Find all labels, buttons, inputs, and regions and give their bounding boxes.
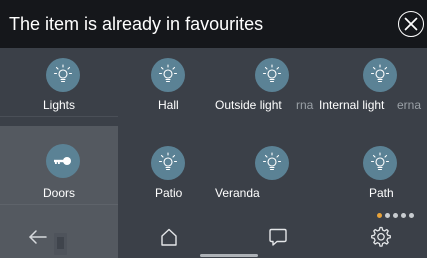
app-screen: The item is already in favourites Lights… [0, 0, 427, 258]
message-icon [269, 228, 287, 246]
settings-button[interactable] [366, 222, 396, 252]
page-dot [401, 213, 406, 218]
page-dot [409, 213, 414, 218]
settings-icon [371, 226, 391, 247]
device-label-overflow: erna [397, 98, 422, 112]
page-dot-active [377, 213, 382, 218]
sidebar-item-label: Doors [42, 186, 75, 200]
notification-message: The item is already in favourites [9, 14, 264, 34]
door-shadow-graphic [50, 230, 80, 258]
device-tile-internal-light[interactable]: Internal light erna [319, 48, 427, 126]
page-indicator [377, 213, 414, 219]
bottom-navigation [0, 222, 427, 258]
bulb-icon [255, 146, 289, 180]
bulb-icon [255, 58, 289, 92]
device-tile-hall[interactable]: Hall [118, 48, 222, 126]
sidebar-item-lights[interactable]: Lights [0, 48, 118, 126]
device-label: Path [369, 186, 394, 200]
page-dot [393, 213, 398, 218]
divider [0, 204, 118, 205]
device-tile-outside-light[interactable]: Outside light rna [215, 48, 326, 126]
device-grid: Hall Outside light rna Internal light er… [118, 48, 427, 213]
close-notification-button[interactable] [398, 11, 424, 37]
device-tile-patio[interactable]: Patio [118, 138, 222, 216]
door-icon [54, 233, 67, 255]
bulb-icon [363, 146, 397, 180]
bulb-icon [363, 58, 397, 92]
device-label: Patio [155, 186, 183, 200]
divider [0, 116, 118, 117]
device-label: Internal light [319, 98, 385, 112]
close-icon [404, 17, 418, 31]
device-tile-path[interactable]: Path [326, 138, 427, 216]
messages-button[interactable] [263, 222, 293, 252]
sidebar-item-label: Lights [42, 98, 76, 112]
home-indicator-bar [200, 254, 258, 257]
bulb-icon [151, 146, 185, 180]
home-button[interactable] [154, 222, 184, 252]
device-tile-veranda[interactable]: Veranda [215, 138, 326, 216]
device-label-overflow: rna [296, 98, 314, 112]
home-icon [161, 228, 177, 246]
page-dot [385, 213, 390, 218]
bulb-icon [151, 58, 185, 92]
device-label: Hall [158, 98, 179, 112]
key-icon [46, 144, 80, 178]
notification-banner: The item is already in favourites [0, 0, 427, 48]
bulb-icon [46, 58, 80, 92]
device-label: Veranda [215, 186, 260, 200]
device-label: Outside light [215, 98, 282, 112]
